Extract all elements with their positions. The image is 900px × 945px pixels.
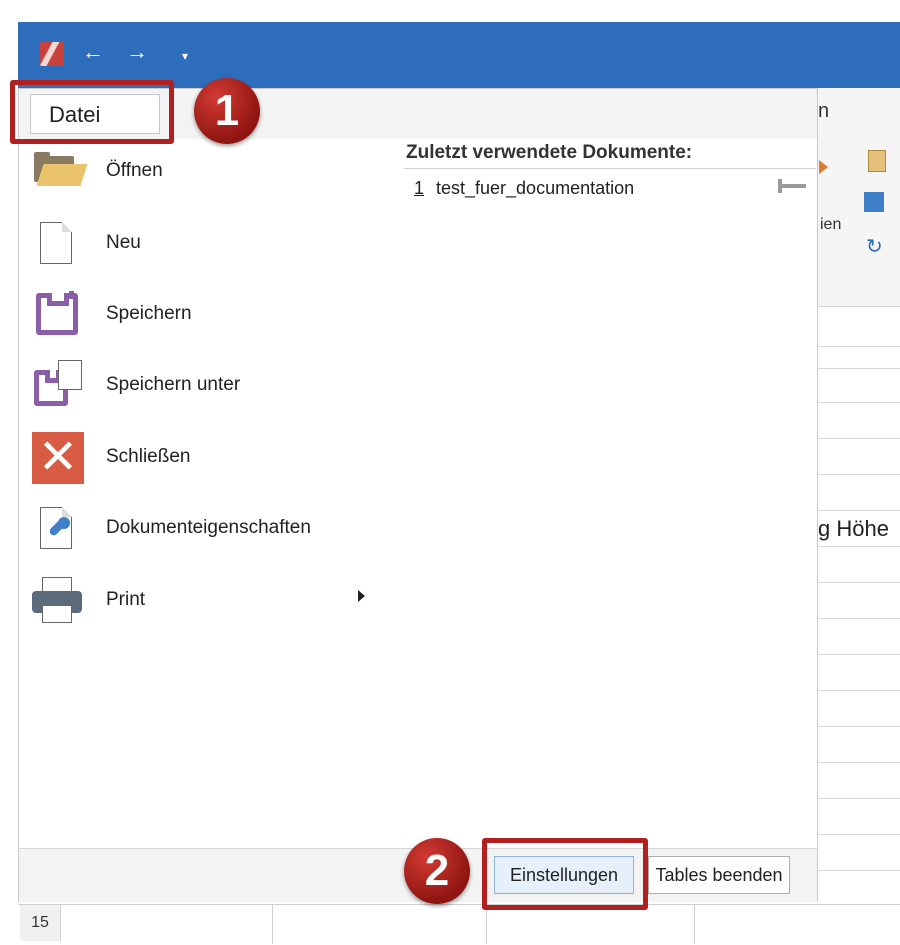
menu-item-schliessen[interactable]: ✕ Schließen	[22, 424, 382, 488]
grid-line	[818, 618, 900, 619]
step-badge-2: 2	[404, 838, 470, 904]
menu-item-speichern[interactable]: Speichern	[22, 281, 382, 345]
grid-line	[818, 654, 900, 655]
grid-line	[818, 582, 900, 583]
menu-item-label: Öffnen	[106, 160, 163, 181]
column-header-partial[interactable]: g Höhe	[818, 516, 889, 542]
step-badge-1: 1	[194, 78, 260, 144]
copy-icon[interactable]	[864, 192, 884, 212]
grid-line	[818, 690, 900, 691]
menu-item-label: Dokumenteigenschaften	[106, 517, 311, 538]
grid-line	[818, 474, 900, 475]
close-icon: ✕	[32, 432, 84, 484]
menu-item-oeffnen[interactable]: Öffnen	[22, 138, 382, 202]
recent-documents-title: Zuletzt verwendete Dokumente:	[406, 142, 693, 163]
exit-button[interactable]: Tables beenden	[648, 856, 790, 894]
menu-item-label: Speichern	[106, 303, 192, 324]
ribbon-background	[818, 88, 900, 307]
menu-item-dokumenteigenschaften[interactable]: Dokumenteigenschaften	[22, 495, 382, 559]
save-icon	[32, 289, 82, 339]
ribbon-arrow-icon	[819, 160, 828, 174]
grid-line	[818, 438, 900, 439]
document-properties-icon	[32, 503, 82, 553]
column-line	[694, 905, 695, 944]
folder-open-icon	[32, 146, 88, 196]
menu-item-speichern-unter[interactable]: Speichern unter	[22, 352, 382, 416]
undo-icon[interactable]: ←	[82, 40, 104, 64]
grid-line	[818, 834, 900, 835]
sheet-row	[18, 904, 900, 945]
recent-document-item[interactable]: 1 test_fuer_documentation	[404, 172, 814, 202]
grid-line	[818, 510, 900, 511]
ribbon-tab-partial[interactable]: n	[818, 100, 829, 123]
highlight-box-datei	[10, 80, 174, 144]
highlight-box-settings	[482, 838, 648, 910]
new-document-icon	[32, 218, 82, 268]
grid-line	[818, 798, 900, 799]
title-bar	[18, 22, 900, 88]
menu-item-label: Print	[106, 589, 146, 610]
recent-document-number: 1	[414, 178, 425, 198]
refresh-icon[interactable]: ↻	[866, 234, 883, 259]
app-logo-icon[interactable]	[40, 42, 64, 66]
redo-icon[interactable]: →	[126, 40, 148, 64]
column-line	[272, 905, 273, 944]
row-header[interactable]: 15	[20, 905, 61, 941]
menu-item-label: Schließen	[106, 446, 191, 467]
menu-item-label: Neu	[106, 232, 141, 253]
submenu-arrow-icon[interactable]	[358, 590, 365, 602]
grid-line	[818, 368, 900, 369]
grid-line	[818, 346, 900, 347]
grid-line	[818, 870, 900, 871]
menu-item-print[interactable]: Print	[22, 567, 382, 631]
menu-item-neu[interactable]: Neu	[22, 210, 382, 274]
insert-sheet-icon[interactable]	[868, 150, 886, 172]
chevron-down-icon[interactable]: ▾	[182, 44, 188, 68]
save-as-icon	[32, 360, 82, 410]
pin-icon[interactable]	[778, 179, 806, 193]
grid-line	[818, 546, 900, 547]
recent-separator	[404, 168, 816, 169]
grid-line	[818, 726, 900, 727]
column-line	[486, 905, 487, 944]
grid-line	[818, 402, 900, 403]
recent-document-name: test_fuer_documentation	[436, 178, 635, 198]
printer-icon	[32, 575, 82, 625]
menu-item-label: Speichern unter	[106, 374, 241, 395]
grid-line	[818, 762, 900, 763]
ribbon-label-partial: ien	[820, 216, 842, 233]
